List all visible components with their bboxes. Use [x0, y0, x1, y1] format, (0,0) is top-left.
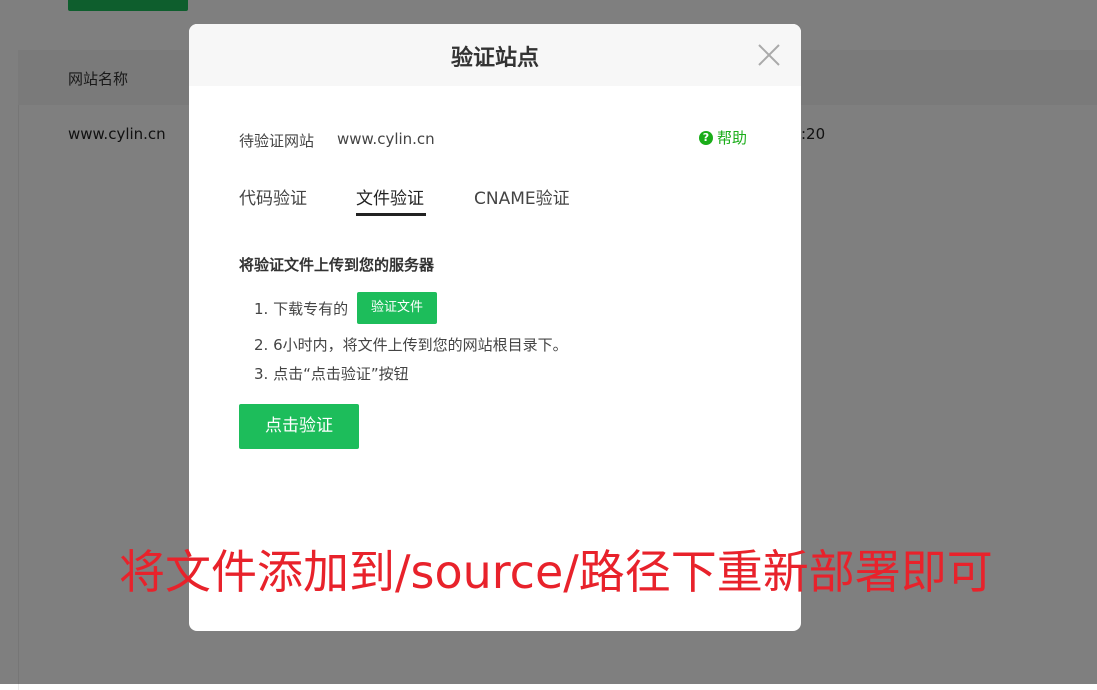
close-icon[interactable] — [757, 43, 781, 67]
step-2-text: 2. 6小时内，将文件上传到您的网站根目录下。 — [254, 336, 568, 354]
click-verify-button[interactable]: 点击验证 — [239, 404, 359, 449]
dialog-header: 验证站点 — [189, 24, 801, 86]
step-3-text: 3. 点击“点击验证”按钮 — [254, 365, 409, 383]
dialog-title: 验证站点 — [450, 46, 539, 71]
section-title: 将验证文件上传到您的服务器 — [239, 256, 435, 274]
download-verify-file-button[interactable]: 验证文件 — [357, 292, 437, 324]
pending-site-label: 待验证网站 — [239, 132, 315, 150]
step-1-text: 1. 下载专有的 — [254, 300, 349, 318]
tab-code-verify[interactable]: 代码验证 — [239, 184, 307, 209]
help-label: 帮助 — [717, 129, 748, 147]
help-link[interactable]: ? 帮助 — [699, 127, 747, 148]
help-icon: ? — [699, 130, 713, 145]
pending-site-value: www.cylin.cn — [337, 130, 435, 148]
active-tab-underline — [356, 213, 426, 216]
tab-cname-verify[interactable]: CNAME验证 — [474, 184, 570, 209]
annotation-text: 将文件添加到/source/路径下重新部署即可 — [119, 545, 993, 599]
tab-file-verify[interactable]: 文件验证 — [356, 184, 424, 209]
